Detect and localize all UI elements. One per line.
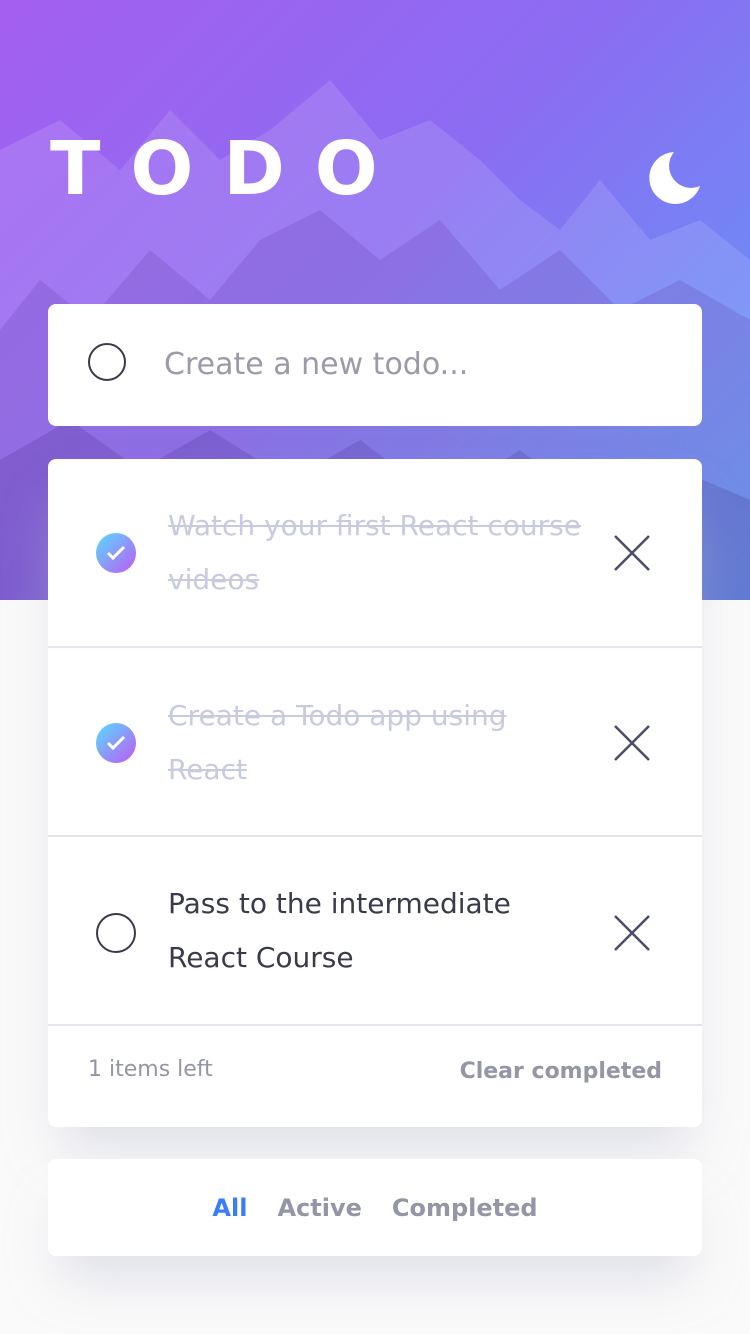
todo-text: Create a Todo app using React	[168, 699, 507, 786]
items-left-count: 1 items left	[88, 1057, 213, 1082]
delete-todo-button[interactable]	[612, 723, 652, 763]
filter-all-button[interactable]: All	[212, 1194, 247, 1222]
todo-text: Watch your first React course videos	[168, 509, 581, 596]
todo-list: Watch your first React course videos Cre…	[48, 459, 702, 1127]
todo-check-button[interactable]	[96, 913, 136, 953]
moon-icon	[649, 152, 700, 204]
new-todo-input[interactable]	[164, 334, 664, 394]
todo-text: Pass to the intermediate React Course	[168, 887, 511, 974]
close-icon	[614, 535, 650, 571]
todo-check-button[interactable]	[96, 533, 136, 573]
filter-bar: All Active Completed	[48, 1159, 702, 1256]
close-icon	[614, 725, 650, 761]
delete-todo-button[interactable]	[612, 913, 652, 953]
delete-todo-button[interactable]	[612, 533, 652, 573]
todo-item: Create a Todo app using React	[48, 648, 702, 837]
app-title: TODO	[50, 126, 408, 212]
checkmark-icon	[106, 545, 126, 561]
new-todo-card	[48, 304, 702, 426]
theme-toggle-button[interactable]	[644, 146, 706, 208]
close-icon	[614, 915, 650, 951]
checkmark-icon	[106, 735, 126, 751]
todo-item: Watch your first React course videos	[48, 459, 702, 648]
filter-completed-button[interactable]: Completed	[392, 1194, 538, 1222]
new-todo-check-circle[interactable]	[88, 343, 126, 381]
clear-completed-button[interactable]: Clear completed	[460, 1059, 662, 1084]
todo-check-button[interactable]	[96, 723, 136, 763]
todo-item: Pass to the intermediate React Course	[48, 837, 702, 1026]
filter-active-button[interactable]: Active	[277, 1194, 361, 1222]
todo-list-footer: 1 items left Clear completed	[48, 1029, 702, 1127]
